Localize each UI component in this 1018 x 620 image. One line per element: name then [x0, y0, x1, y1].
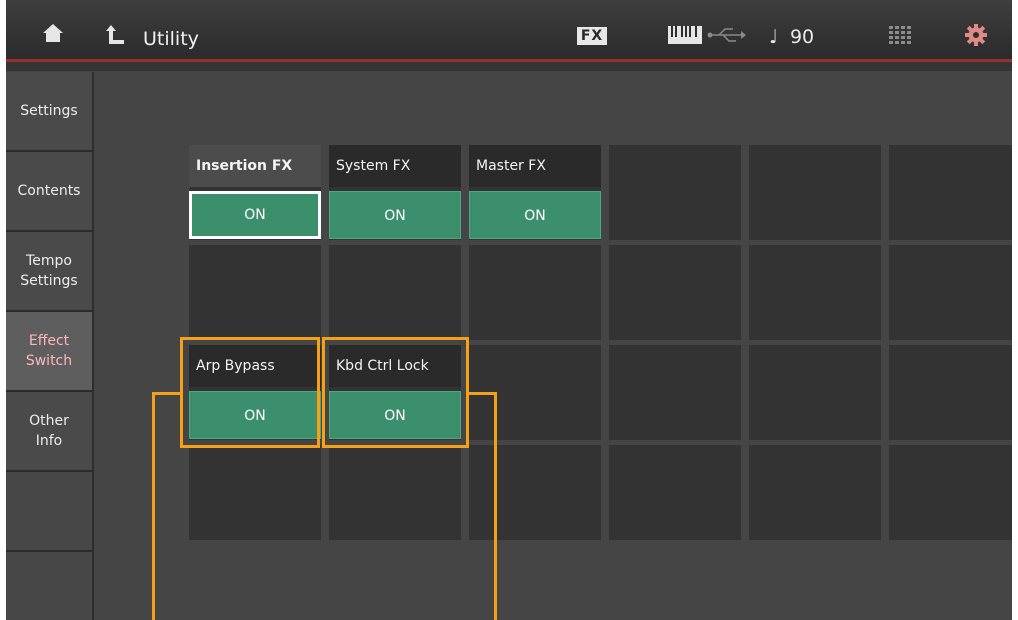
empty-cell [889, 345, 1012, 440]
sidebar-item-contents[interactable]: Contents [6, 152, 92, 232]
switch-label: Insertion FX [189, 145, 321, 187]
empty-cell [609, 445, 741, 540]
sidebar-item-label: Contents [17, 183, 81, 199]
master-fx-toggle[interactable]: ON [469, 191, 601, 239]
switch-insertion-fx: Insertion FX ON [189, 145, 321, 240]
sidebar-item-label: Other Info [29, 413, 69, 449]
back-arrow-icon[interactable] [105, 24, 127, 50]
empty-cell [889, 445, 1012, 540]
sidebar: Settings Contents Tempo Settings Effect … [6, 72, 94, 620]
sidebar-item-empty [6, 552, 92, 620]
empty-cell [189, 245, 321, 340]
empty-cell [329, 245, 461, 340]
sidebar-item-tempo-settings[interactable]: Tempo Settings [6, 232, 92, 312]
screen: Utility FX ♩ 90 Settings Contents Tempo … [6, 0, 1012, 620]
callout-connector [152, 392, 155, 620]
empty-cell [609, 145, 741, 240]
tempo-note-icon: ♩ [769, 26, 778, 48]
home-icon[interactable] [42, 22, 64, 48]
system-fx-toggle[interactable]: ON [329, 191, 461, 239]
sidebar-item-label: Tempo Settings [20, 253, 78, 289]
empty-cell [189, 445, 321, 540]
empty-cell [469, 245, 601, 340]
usb-icon [707, 27, 747, 47]
switch-label: Master FX [469, 145, 601, 187]
switch-system-fx: System FX ON [329, 145, 461, 240]
empty-cell [469, 445, 601, 540]
gear-icon[interactable] [965, 24, 987, 50]
empty-cell [609, 345, 741, 440]
header-shadow [6, 62, 1012, 71]
empty-cell [749, 145, 881, 240]
callout-connector [467, 392, 497, 395]
empty-cell [749, 245, 881, 340]
sidebar-item-label: Effect Switch [25, 333, 73, 369]
empty-cell [329, 445, 461, 540]
switch-master-fx: Master FX ON [469, 145, 601, 240]
tempo-display[interactable]: ♩ 90 [769, 26, 814, 48]
sidebar-item-other-info[interactable]: Other Info [6, 392, 92, 472]
empty-cell [889, 145, 1012, 240]
keyboard-icon [668, 26, 702, 48]
switch-label: System FX [329, 145, 461, 187]
empty-cell [749, 445, 881, 540]
tempo-value: 90 [789, 26, 815, 48]
callout-connector [494, 392, 497, 620]
sidebar-item-effect-switch[interactable]: Effect Switch [6, 312, 92, 392]
sidebar-item-label: Settings [20, 103, 78, 119]
callout-highlight-kbd-ctrl-lock [322, 337, 469, 448]
page-title: Utility [143, 28, 199, 50]
insertion-fx-toggle[interactable]: ON [189, 191, 321, 239]
sidebar-item-settings[interactable]: Settings [6, 72, 92, 152]
empty-cell [609, 245, 741, 340]
empty-cell [889, 245, 1012, 340]
callout-highlight-arp-bypass [180, 337, 320, 448]
callout-connector [152, 392, 182, 395]
top-bar: Utility FX ♩ 90 [6, 0, 1012, 71]
fx-badge[interactable]: FX [577, 27, 607, 45]
empty-cell [749, 345, 881, 440]
grid-menu-icon[interactable] [889, 26, 911, 48]
sidebar-item-empty [6, 472, 92, 552]
